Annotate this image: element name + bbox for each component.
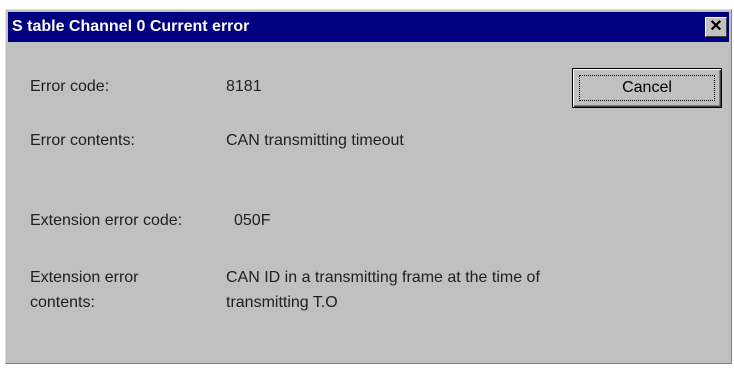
extension-error-contents-value-line2: transmitting T.O [226,294,338,311]
error-code-value: 8181 [226,78,262,95]
cancel-button-label: Cancel [622,79,672,96]
close-icon: ✕ [709,18,723,35]
extension-error-code-label: Extension error code: [30,212,183,229]
error-contents-label: Error contents: [30,132,135,149]
error-dialog: S table Channel 0 Current error ✕ Error … [5,9,732,364]
close-button[interactable]: ✕ [705,17,727,37]
cancel-button[interactable]: Cancel [572,68,722,108]
extension-error-contents-value-line1: CAN ID in a transmitting frame at the ti… [226,269,540,286]
extension-error-contents-label-line2: contents: [30,294,95,311]
title-bar[interactable]: S table Channel 0 Current error ✕ [8,12,729,42]
extension-error-contents-label-line1: Extension error [30,269,139,286]
extension-error-code-value: 050F [234,212,271,229]
window-title: S table Channel 0 Current error [12,18,250,35]
error-code-label: Error code: [30,78,110,95]
error-contents-value: CAN transmitting timeout [226,132,404,149]
